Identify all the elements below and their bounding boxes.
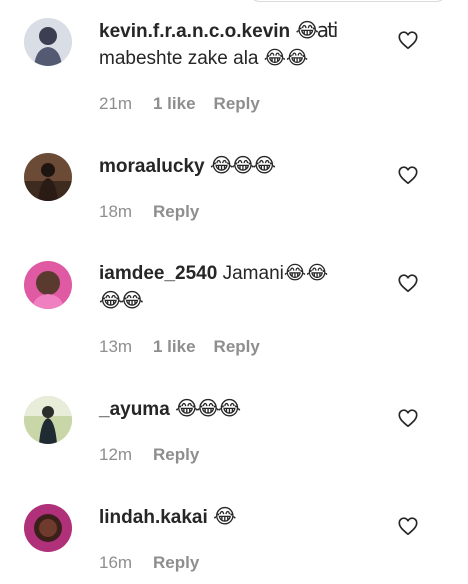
comment-text-continued: mabeshte zake ala 😂😂	[99, 48, 309, 69]
comment-username[interactable]: moraalucky	[99, 156, 205, 177]
avatar[interactable]	[24, 18, 72, 66]
comment-text: 😂😂😂	[175, 396, 241, 420]
comment-input-edge[interactable]	[248, 0, 448, 2]
avatar[interactable]	[24, 153, 72, 201]
comment-likes[interactable]: 1 like	[153, 337, 196, 357]
heart-outline-icon[interactable]	[397, 515, 419, 537]
comment-username[interactable]: kevin.f.r.a.n.c.o.kevin	[99, 21, 290, 42]
reply-button[interactable]: Reply	[214, 94, 260, 114]
reply-button[interactable]: Reply	[214, 337, 260, 357]
comment-text: 😂ati	[295, 18, 338, 42]
reply-button[interactable]: Reply	[153, 445, 199, 465]
comment-time: 13m	[99, 337, 133, 356]
heart-outline-icon[interactable]	[397, 272, 419, 294]
avatar[interactable]	[24, 504, 72, 552]
comment-username[interactable]: _ayuma	[99, 399, 170, 420]
comment-time: 18m	[99, 202, 133, 221]
comment-username[interactable]: iamdee_2540	[99, 263, 217, 284]
heart-outline-icon[interactable]	[397, 164, 419, 186]
comment-text: Jamani😂😂	[222, 263, 329, 284]
comment-time: 16m	[99, 553, 133, 572]
reply-button[interactable]: Reply	[153, 202, 199, 222]
reply-button[interactable]: Reply	[153, 553, 199, 573]
comment-text-continued: 😂😂	[99, 288, 144, 312]
comment-text: 😂	[213, 504, 236, 528]
comment-username[interactable]: lindah.kakai	[99, 507, 208, 528]
heart-outline-icon[interactable]	[397, 29, 419, 51]
avatar[interactable]	[24, 396, 72, 444]
heart-outline-icon[interactable]	[397, 407, 419, 429]
comment-likes[interactable]: 1 like	[153, 94, 196, 114]
comment-time: 12m	[99, 445, 133, 464]
comment-text: 😂😂😂	[209, 153, 276, 177]
avatar[interactable]	[24, 261, 72, 309]
comment-time: 21m	[99, 94, 133, 113]
